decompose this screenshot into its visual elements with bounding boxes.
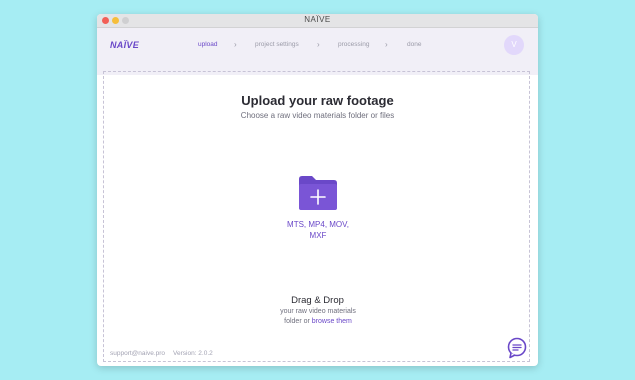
formats-line: MTS, MP4, MOV, (287, 220, 349, 229)
supported-formats: MTS, MP4, MOV, MXF (267, 219, 369, 241)
step-upload[interactable]: upload (198, 41, 218, 48)
step-separator: › (234, 40, 237, 49)
app-header (97, 28, 538, 75)
drag-drop-line: folder or browse them (267, 317, 369, 327)
step-separator: › (317, 40, 320, 49)
page-title: Upload your raw footage (241, 93, 394, 108)
app-logo[interactable]: NAÏVE (110, 40, 139, 50)
step-project-settings[interactable]: project settings (255, 41, 299, 48)
step-processing[interactable]: processing (338, 41, 369, 48)
folder-plus-icon[interactable] (297, 174, 339, 212)
step-separator: › (385, 40, 388, 49)
drag-drop-title: Drag & Drop (291, 295, 344, 306)
step-done[interactable]: done (407, 41, 421, 48)
drag-drop-description: your raw video materials folder or brows… (267, 307, 369, 326)
title-bar: NAÏVE (97, 14, 538, 28)
version-label: Version: 2.0.2 (173, 350, 213, 357)
page-subtitle: Choose a raw video materials folder or f… (240, 111, 395, 120)
support-email-link[interactable]: support@naive.pro (110, 350, 165, 357)
chat-bubble-icon[interactable] (506, 337, 528, 359)
app-window: NAÏVE NAÏVE upload › project settings › … (97, 14, 538, 366)
browse-link[interactable]: browse them (312, 318, 352, 325)
window-title: NAÏVE (304, 15, 331, 24)
drag-drop-prefix: folder or (284, 317, 312, 325)
drag-drop-line: your raw video materials (280, 308, 356, 315)
user-avatar[interactable]: V (504, 35, 524, 55)
formats-line: MXF (309, 231, 327, 240)
